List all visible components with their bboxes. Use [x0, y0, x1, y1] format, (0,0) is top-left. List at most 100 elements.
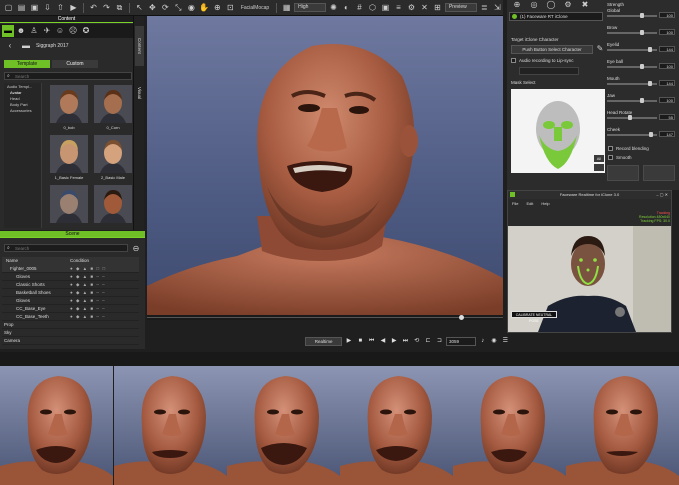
reset-action-button[interactable]: [643, 165, 675, 181]
column-name[interactable]: Name: [2, 257, 70, 265]
folder-icon[interactable]: ▬: [2, 25, 14, 37]
slider-knob[interactable]: [648, 81, 652, 86]
rotate-icon[interactable]: ⟳: [160, 2, 171, 14]
column-condition[interactable]: Condition: [70, 257, 89, 265]
slider-track[interactable]: [607, 66, 657, 68]
loop-icon[interactable]: ⟲: [412, 336, 421, 346]
motion-icon[interactable]: ✈: [41, 25, 53, 37]
select-icon[interactable]: ↖: [134, 2, 145, 14]
avatar-thumbnail[interactable]: [94, 85, 132, 123]
side-tab-visual[interactable]: Visual: [135, 78, 144, 108]
sound-icon[interactable]: ♪: [478, 336, 487, 346]
settings-icon[interactable]: ⚙: [562, 0, 574, 11]
device-field[interactable]: (1) Faceware RT iClone: [509, 12, 603, 21]
pick-character-button[interactable]: Push Button Select Character: [511, 45, 593, 54]
slider-value[interactable]: 100: [659, 29, 675, 35]
slider-knob[interactable]: [628, 115, 632, 120]
undo-icon[interactable]: ↶: [88, 2, 99, 14]
slider-track[interactable]: [607, 15, 657, 17]
slider-knob[interactable]: [640, 30, 644, 35]
save-icon[interactable]: ▣: [29, 2, 40, 14]
scene-tree-row[interactable]: Prop: [2, 321, 139, 329]
strength-slider[interactable]: Jaw 100: [607, 93, 679, 106]
slider-knob[interactable]: [640, 13, 644, 18]
slider-value[interactable]: 144: [659, 80, 675, 86]
slider-knob[interactable]: [640, 98, 644, 103]
scene-tree-row[interactable]: Classic Shorts ● ◆ ▲ ■ – –: [2, 281, 139, 289]
scene-tree-row[interactable]: Gloves ● ◆ ▲ ■ – –: [2, 297, 139, 305]
last-frame-icon[interactable]: ⏭: [401, 336, 410, 346]
slider-knob[interactable]: [648, 47, 652, 52]
shading-icon[interactable]: ◐: [341, 2, 352, 14]
frame-counter[interactable]: 3059: [446, 336, 477, 346]
quality-select[interactable]: High: [294, 3, 326, 12]
puppet-icon[interactable]: ✪: [80, 25, 92, 37]
scene-tree-row[interactable]: Basketball Shoes ● ◆ ▲ ■ – –: [2, 289, 139, 297]
content-search[interactable]: ⌕ Search: [4, 72, 132, 80]
stop-icon[interactable]: ■: [356, 336, 365, 346]
render-icon[interactable]: ⊞: [432, 2, 443, 14]
scene-tree-row[interactable]: Fighter_0005 ● ◆ ▲ ■ □ □: [2, 265, 139, 273]
layers-icon[interactable]: ≡: [393, 2, 404, 14]
body-icon[interactable]: ♙: [28, 25, 40, 37]
move-icon[interactable]: ✥: [147, 2, 158, 14]
scene-tree-row[interactable]: Camera: [2, 337, 139, 345]
slider-track[interactable]: [607, 117, 657, 119]
wireframe-icon[interactable]: ⬡: [367, 2, 378, 14]
export-icon[interactable]: ⇧: [55, 2, 66, 14]
avatar-icon[interactable]: ☻: [15, 25, 27, 37]
connect-icon[interactable]: ⊕: [511, 0, 523, 11]
camera-icon[interactable]: ◉: [186, 2, 197, 14]
clone-icon[interactable]: ⧉: [114, 2, 125, 14]
facial-mocap-label[interactable]: FacialMocap: [238, 5, 272, 11]
range-icon[interactable]: ⊏: [423, 336, 432, 346]
play-icon[interactable]: ▶: [344, 336, 353, 346]
slider-value[interactable]: 144: [659, 46, 675, 52]
face-icon[interactable]: ☺: [54, 25, 66, 37]
strength-slider[interactable]: Brow 100: [607, 25, 679, 38]
tab-template[interactable]: Template: [4, 60, 50, 68]
marker-icon[interactable]: ⊐: [435, 336, 444, 346]
scene-tree-row[interactable]: CC_Base_Teeth ● ◆ ▲ ■ – –: [2, 313, 139, 321]
audio-device-select[interactable]: [519, 67, 579, 75]
scene-tree-row[interactable]: Gloves ● ◆ ▲ ■ – –: [2, 273, 139, 281]
preview-select[interactable]: Preview: [444, 3, 477, 12]
prev-frame-icon[interactable]: ◀: [378, 336, 387, 346]
strength-slider[interactable]: Eye ball 100: [607, 59, 679, 72]
realtime-select[interactable]: Realtime: [305, 336, 343, 346]
back-icon[interactable]: ‹: [4, 40, 16, 52]
light-icon[interactable]: ✺: [328, 2, 339, 14]
side-tab-content[interactable]: Content: [135, 26, 144, 66]
time-bar-handle[interactable]: [459, 315, 464, 320]
avatar-thumbnail[interactable]: [50, 135, 88, 173]
scene-search[interactable]: ⌕ Search: [4, 244, 128, 252]
slider-track[interactable]: [607, 100, 657, 102]
collapse-icon[interactable]: ⊖: [130, 243, 142, 255]
delete-icon[interactable]: ✖: [579, 0, 591, 11]
strength-slider[interactable]: Eyelid 144: [607, 42, 679, 55]
menu-file[interactable]: File: [512, 200, 518, 208]
grid-icon[interactable]: #: [354, 2, 365, 14]
tools-icon[interactable]: ✕: [419, 2, 430, 14]
slider-value[interactable]: 100: [659, 12, 675, 18]
options-icon[interactable]: ☰: [501, 336, 510, 346]
record-blending-checkbox[interactable]: [608, 146, 613, 151]
avatar-thumbnail[interactable]: [94, 185, 132, 223]
all-toggle-button[interactable]: [594, 164, 604, 171]
settings-icon[interactable]: ⚙: [406, 2, 417, 14]
slider-value[interactable]: 55: [659, 114, 675, 120]
audio-checkbox[interactable]: [511, 58, 516, 63]
record-icon[interactable]: ◉: [489, 336, 498, 346]
calibrate-action-button[interactable]: [607, 165, 639, 181]
pan-icon[interactable]: ✋: [199, 2, 210, 14]
scale-icon[interactable]: ⤡: [173, 2, 184, 14]
slider-knob[interactable]: [640, 64, 644, 69]
expand-icon[interactable]: ⇲: [492, 2, 503, 14]
zoom-icon[interactable]: ⊕: [212, 2, 223, 14]
slider-knob[interactable]: [649, 132, 653, 137]
avatar-thumbnail[interactable]: [50, 185, 88, 223]
tree-item-accessories[interactable]: Accessories: [7, 108, 41, 114]
slider-value[interactable]: 100: [659, 63, 675, 69]
avatar-thumbnail[interactable]: [50, 85, 88, 123]
viewport-time-bar[interactable]: [147, 315, 503, 320]
